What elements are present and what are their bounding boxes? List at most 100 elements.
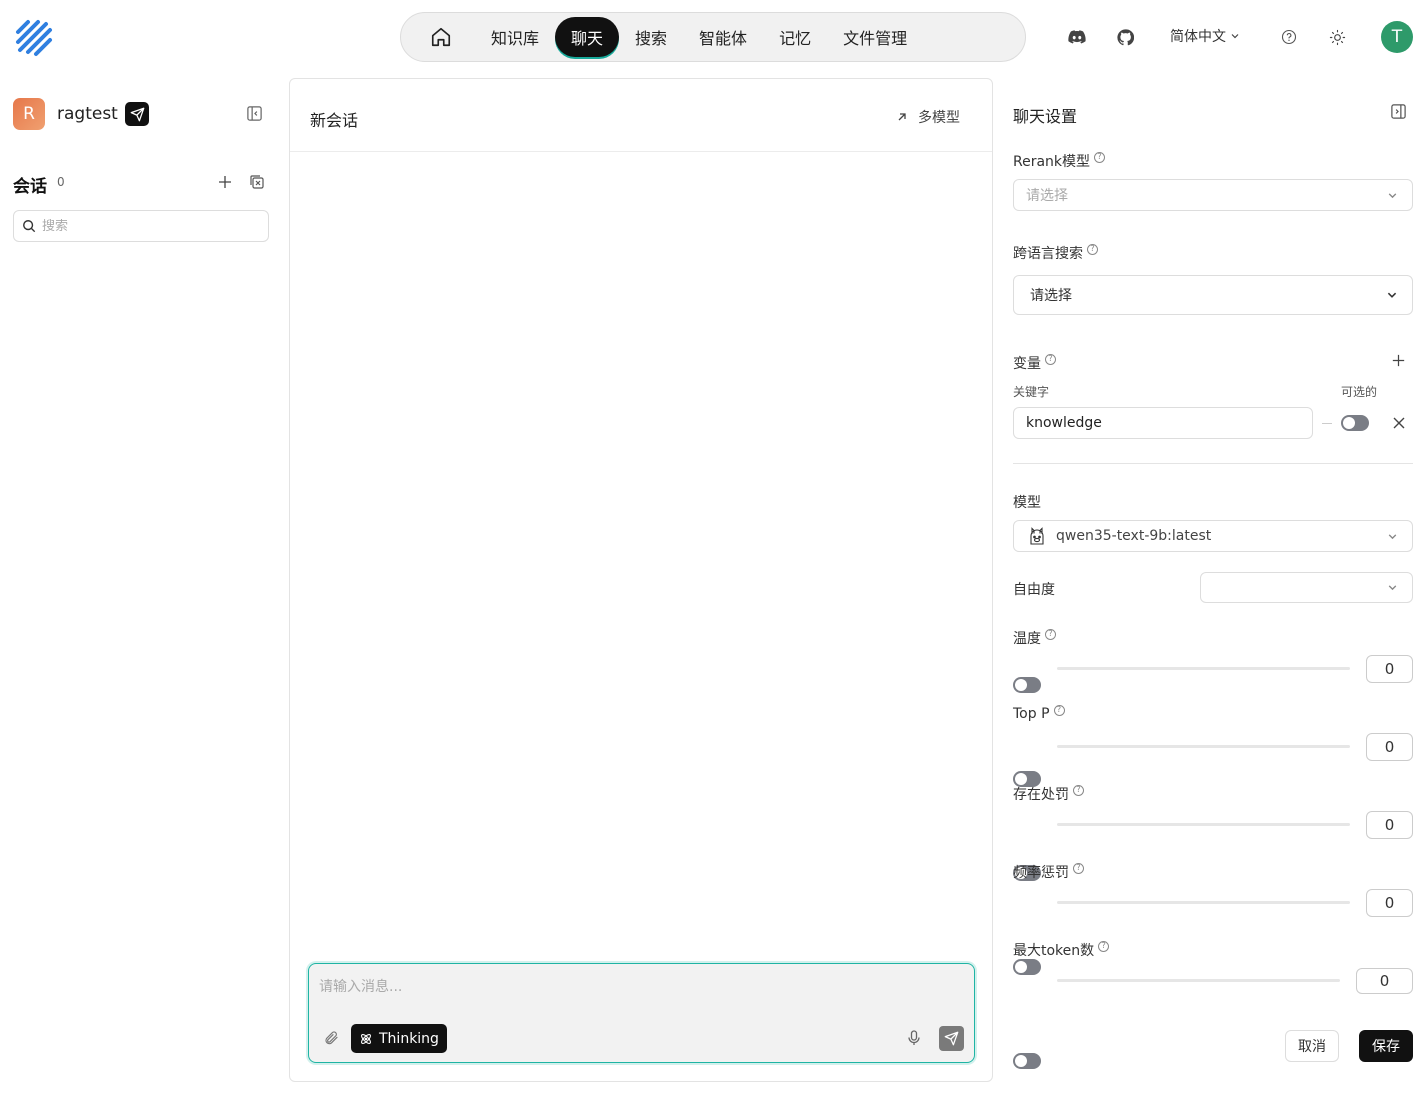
send-icon [944,1031,959,1046]
variable-key-input[interactable]: knowledge [1013,407,1313,439]
nav-file-management[interactable]: 文件管理 [827,17,923,57]
user-avatar[interactable]: T [1381,21,1413,53]
frequency-penalty-toggle[interactable] [1013,959,1041,975]
rerank-select[interactable]: 请选择 [1013,179,1413,211]
separator-dash [1322,423,1332,424]
conversation-search[interactable] [13,210,269,242]
temperature-slider[interactable] [1057,667,1350,670]
freedom-label: 自由度 [1013,582,1055,598]
top-p-label-row: Top P ? [1013,704,1065,722]
settings-divider [1013,463,1413,464]
conversations-title: 会话 [13,177,47,197]
model-select[interactable]: qwen35-text-9b:latest [1013,520,1413,552]
presence-penalty-slider[interactable] [1057,823,1350,826]
chat-header: 新会话 多模型 [290,79,992,152]
help-icon[interactable]: ? [1045,628,1056,640]
help-icon[interactable]: ? [1087,243,1098,255]
nav-chat[interactable]: 聊天 [555,17,620,57]
message-input[interactable] [319,976,959,1016]
keyword-column-label: 关键字 [1013,385,1050,399]
multi-model-button[interactable]: 多模型 [896,107,960,127]
sun-icon[interactable] [1326,26,1348,48]
atom-icon [359,1032,373,1046]
language-select[interactable]: 简体中文 [1170,26,1240,46]
help-icon[interactable]: ? [1053,704,1065,716]
max-tokens-label: 最大token数 [1013,943,1095,959]
freedom-select[interactable] [1200,572,1413,603]
cancel-button[interactable]: 取消 [1285,1030,1339,1062]
chevron-down-icon [1386,289,1398,301]
cross-language-label-row: 跨语言搜索 ? [1013,243,1098,263]
search-icon [22,219,36,233]
save-button[interactable]: 保存 [1359,1030,1413,1062]
frequency-penalty-slider[interactable] [1057,901,1350,904]
max-tokens-toggle[interactable] [1013,1053,1041,1069]
help-circle-icon[interactable] [1278,26,1300,48]
arrow-up-right-icon [896,111,908,123]
frequency-penalty-label: 频率惩罚 [1013,865,1069,881]
help-icon[interactable]: ? [1098,940,1110,952]
send-message-button[interactable] [939,1026,964,1051]
top-p-input[interactable]: 0 [1366,733,1413,761]
conversations-count: 0 [57,175,65,189]
discord-icon[interactable] [1066,26,1088,48]
main-nav: 知识库 聊天 搜索 智能体 记忆 文件管理 [400,12,1026,62]
language-label: 简体中文 [1170,29,1226,45]
rerank-label-row: Rerank模型 ? [1013,151,1106,171]
chat-title: 新会话 [310,111,359,130]
chevron-down-icon [1387,190,1398,201]
settings-title: 聊天设置 [1013,107,1078,126]
clear-conversations-icon[interactable] [248,173,266,191]
max-tokens-label-row: 最大token数 ? [1013,940,1110,960]
help-icon[interactable]: ? [1045,353,1056,365]
nav-memory[interactable]: 记忆 [763,17,827,57]
microphone-icon[interactable] [907,1030,921,1046]
temperature-toggle[interactable] [1013,677,1041,693]
frequency-penalty-label-row: 频率惩罚 ? [1013,862,1084,882]
help-icon[interactable]: ? [1073,862,1084,874]
rerank-placeholder: 请选择 [1026,188,1068,204]
temperature-label: 温度 [1013,631,1041,647]
help-icon[interactable]: ? [1073,784,1084,796]
add-variable-icon[interactable] [1390,352,1407,369]
home-icon [430,26,452,48]
model-value: qwen35-text-9b:latest [1056,528,1212,544]
presence-penalty-label: 存在处罚 [1013,787,1069,803]
search-input[interactable] [42,218,242,234]
sidebar-collapse-icon[interactable] [246,105,263,122]
frequency-penalty-input[interactable]: 0 [1366,889,1413,917]
ollama-llama-icon [1028,526,1046,546]
cross-language-select[interactable]: 请选择 [1013,275,1413,315]
cross-language-label: 跨语言搜索 [1013,246,1083,262]
nav-search[interactable]: 搜索 [619,17,683,57]
github-icon[interactable] [1114,26,1136,48]
close-icon[interactable] [1392,416,1406,430]
presence-penalty-label-row: 存在处罚 ? [1013,784,1084,804]
temperature-input[interactable]: 0 [1366,655,1413,683]
thinking-toggle[interactable]: Thinking [351,1024,447,1053]
variables-label: 变量 [1013,356,1041,372]
top-p-slider[interactable] [1057,745,1350,748]
nav-knowledge-base[interactable]: 知识库 [475,17,555,57]
max-tokens-input[interactable]: 0 [1356,968,1413,994]
chevron-down-icon [1387,531,1398,542]
thinking-label: Thinking [379,1030,439,1047]
chat-panel: 新会话 多模型 Thinking [289,78,993,1082]
presence-penalty-input[interactable]: 0 [1366,811,1413,839]
nav-home[interactable] [407,17,475,57]
app-logo[interactable] [14,18,54,58]
plus-icon[interactable] [216,173,234,191]
app-name: ragtest [57,104,118,124]
nav-agents[interactable]: 智能体 [683,17,763,57]
app-avatar: R [13,98,45,130]
optional-column-label: 可选的 [1341,385,1378,399]
help-icon[interactable]: ? [1094,151,1106,163]
paperclip-icon[interactable] [323,1030,339,1046]
cross-language-value: 请选择 [1030,288,1072,304]
max-tokens-slider[interactable] [1057,979,1340,982]
optional-toggle[interactable] [1341,415,1369,431]
share-send-button[interactable] [125,102,149,126]
model-label: 模型 [1013,495,1041,511]
top-p-label: Top P [1013,706,1050,722]
panel-collapse-icon[interactable] [1390,103,1407,120]
